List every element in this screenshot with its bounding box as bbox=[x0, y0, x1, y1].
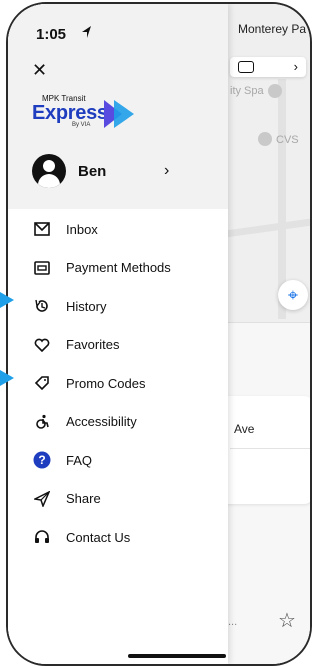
credit-card-icon bbox=[32, 258, 52, 278]
status-time: 1:05 bbox=[36, 26, 67, 43]
drawer-menu: Inbox Payment Methods History Favorites bbox=[32, 210, 222, 557]
avatar bbox=[32, 154, 66, 188]
status-right-text: Monterey Pa bbox=[238, 22, 307, 36]
chevron-right-icon: › bbox=[293, 59, 298, 74]
side-drawer: 1:05 ✕ MPK Transit Express By VIA Ben › bbox=[8, 4, 228, 664]
history-icon bbox=[32, 296, 52, 316]
location-arrow-icon bbox=[82, 26, 91, 38]
menu-item-inbox[interactable]: Inbox bbox=[32, 210, 222, 249]
map-route-chip[interactable]: › bbox=[230, 57, 306, 77]
menu-item-history[interactable]: History bbox=[32, 287, 222, 326]
menu-item-promo-codes[interactable]: Promo Codes bbox=[32, 364, 222, 403]
menu-item-contact-us[interactable]: Contact Us bbox=[32, 518, 222, 557]
help-icon: ? bbox=[32, 450, 52, 470]
menu-item-label: Payment Methods bbox=[66, 260, 171, 276]
cvs-pin-icon bbox=[258, 132, 272, 146]
footer-dots: ... bbox=[228, 616, 238, 628]
headset-icon bbox=[32, 527, 52, 547]
menu-item-label: History bbox=[66, 298, 107, 314]
menu-item-payment-methods[interactable]: Payment Methods bbox=[32, 249, 222, 288]
logo-by: By VIA bbox=[72, 122, 91, 128]
heart-icon bbox=[32, 335, 52, 355]
card-address-text: Ave bbox=[234, 422, 255, 436]
logo-title: Express bbox=[32, 102, 108, 124]
card-divider bbox=[230, 448, 310, 449]
profile-name: Ben bbox=[78, 163, 107, 180]
home-indicator[interactable] bbox=[128, 654, 226, 658]
recenter-button[interactable]: ⌖ bbox=[278, 280, 308, 310]
menu-item-label: Share bbox=[66, 491, 101, 507]
phone-frame: ity Spa CVS Monterey Pa › ⌖ Ave ... ☆ 1:… bbox=[6, 2, 312, 666]
chevron-right-icon: › bbox=[164, 162, 170, 179]
poi-cvs-label: CVS bbox=[276, 134, 299, 146]
history-pointer-arrow bbox=[0, 292, 14, 308]
address-card[interactable]: Ave bbox=[218, 396, 310, 504]
menu-item-label: Accessibility bbox=[66, 414, 137, 430]
menu-item-label: Promo Codes bbox=[66, 375, 146, 391]
menu-item-label: FAQ bbox=[66, 452, 93, 468]
accessibility-icon bbox=[32, 412, 52, 432]
mail-icon bbox=[32, 219, 52, 239]
poi-spa-label: ity Spa bbox=[230, 85, 264, 97]
menu-item-label: Inbox bbox=[66, 221, 98, 237]
crosshair-icon: ⌖ bbox=[287, 285, 299, 305]
menu-item-label: Contact Us bbox=[66, 529, 131, 545]
menu-item-faq[interactable]: ? FAQ bbox=[32, 441, 222, 480]
menu-item-favorites[interactable]: Favorites bbox=[32, 326, 222, 365]
promo-pointer-arrow bbox=[0, 370, 14, 386]
svg-text:?: ? bbox=[38, 453, 45, 467]
profile-row[interactable]: Ben › bbox=[32, 154, 212, 194]
menu-item-label: Favorites bbox=[66, 337, 120, 353]
share-icon bbox=[32, 489, 52, 509]
tag-icon bbox=[32, 373, 52, 393]
card-icon bbox=[238, 61, 254, 73]
star-icon[interactable]: ☆ bbox=[278, 608, 296, 633]
menu-item-accessibility[interactable]: Accessibility bbox=[32, 403, 222, 442]
logo-chevron-icon bbox=[104, 100, 134, 128]
spa-pin-icon bbox=[268, 84, 282, 98]
close-icon[interactable]: ✕ bbox=[32, 60, 47, 81]
menu-item-share[interactable]: Share bbox=[32, 480, 222, 519]
app-logo: MPK Transit Express By VIA bbox=[32, 94, 142, 130]
